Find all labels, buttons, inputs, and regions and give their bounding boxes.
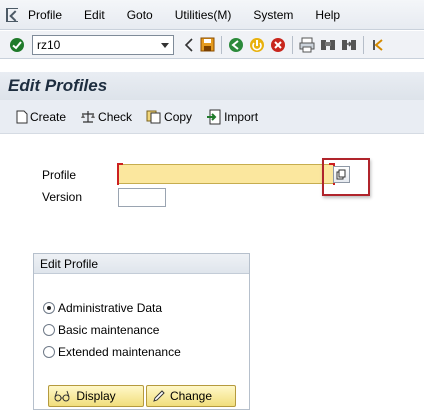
scales-icon xyxy=(80,110,96,124)
pencil-icon xyxy=(152,389,166,403)
profile-label: Profile xyxy=(42,168,77,182)
import-button-label: Import xyxy=(224,109,259,124)
version-label: Version xyxy=(42,190,83,204)
radio-extended-maintenance[interactable]: Extended maintenance xyxy=(43,345,181,359)
radio-label: Administrative Data xyxy=(58,301,163,315)
create-button-label: Create xyxy=(30,109,67,124)
menu-help[interactable]: Help xyxy=(315,8,340,22)
radio-button[interactable] xyxy=(43,346,55,358)
copy-icon xyxy=(146,110,162,124)
copy-button-label: Copy xyxy=(164,109,193,124)
toolbar-separator xyxy=(292,35,293,54)
menu-utilities[interactable]: Utilities(M) xyxy=(175,8,232,22)
enter-icon[interactable] xyxy=(8,36,26,54)
import-button[interactable]: Import xyxy=(206,109,258,125)
menu-profile[interactable]: Profile xyxy=(28,8,62,22)
menu-system[interactable]: System xyxy=(253,8,293,22)
create-button[interactable]: Create xyxy=(16,110,66,124)
radio-label: Extended maintenance xyxy=(58,345,181,359)
command-field-value: rz10 xyxy=(37,37,61,52)
radio-label: Basic maintenance xyxy=(58,323,160,337)
cancel-icon[interactable] xyxy=(269,36,287,54)
menu-edit[interactable]: Edit xyxy=(84,8,105,22)
check-button[interactable]: Check xyxy=(80,110,132,124)
command-field[interactable]: rz10 xyxy=(32,34,174,55)
change-button[interactable]: Change xyxy=(146,385,236,407)
application-toolbar: Create Check Copy Import xyxy=(0,100,424,134)
group-title: Edit Profile xyxy=(34,254,249,274)
history-back-icon[interactable] xyxy=(180,36,198,54)
display-button-label: Display xyxy=(76,389,116,403)
check-button-label: Check xyxy=(98,109,133,124)
change-button-label: Change xyxy=(169,389,213,403)
toolbar-separator xyxy=(363,35,364,54)
import-icon xyxy=(206,109,222,125)
find-icon[interactable] xyxy=(319,36,337,54)
radio-basic-maintenance[interactable]: Basic maintenance xyxy=(43,323,159,337)
version-input[interactable] xyxy=(118,188,166,207)
chevron-down-icon[interactable] xyxy=(161,42,169,48)
copy-button[interactable]: Copy xyxy=(146,110,192,124)
menu-exit-icon[interactable] xyxy=(6,7,18,22)
highlight-annotation xyxy=(322,158,370,196)
first-page-icon[interactable] xyxy=(369,36,387,54)
menu-goto[interactable]: Goto xyxy=(127,8,153,22)
required-marker xyxy=(117,163,123,185)
print-icon[interactable] xyxy=(298,36,316,54)
exit-icon[interactable] xyxy=(248,36,266,54)
radio-button-selected[interactable] xyxy=(43,302,55,314)
standard-toolbar: rz10 xyxy=(0,31,424,59)
radio-button[interactable] xyxy=(43,324,55,336)
save-icon[interactable] xyxy=(198,36,216,54)
glasses-icon xyxy=(54,389,70,403)
toolbar-separator xyxy=(221,35,222,54)
edit-profile-group: Edit Profile Administrative Data Basic m… xyxy=(33,253,250,410)
radio-administrative-data[interactable]: Administrative Data xyxy=(43,301,162,315)
new-document-icon xyxy=(16,110,28,124)
menu-bar: Profile Edit Goto Utilities(M) System He… xyxy=(0,0,424,30)
page-title: Edit Profiles xyxy=(0,72,424,100)
back-icon[interactable] xyxy=(227,36,245,54)
profile-input[interactable] xyxy=(117,163,335,185)
find-next-icon[interactable] xyxy=(340,36,358,54)
display-button[interactable]: Display xyxy=(48,385,144,407)
